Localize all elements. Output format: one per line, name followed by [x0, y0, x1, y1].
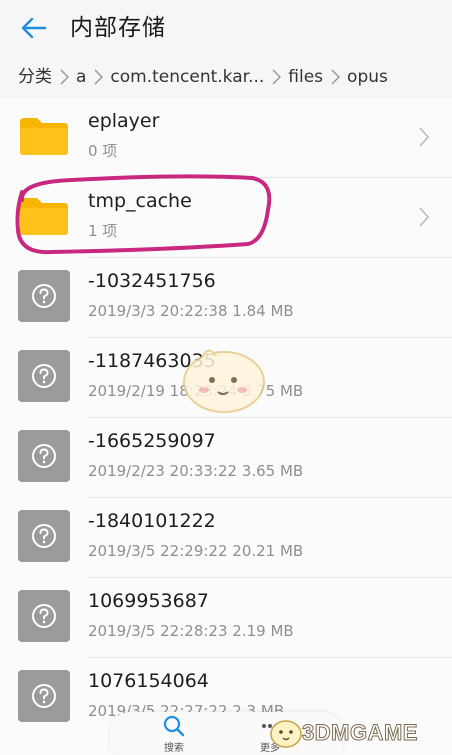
unknown-file-icon — [18, 430, 70, 482]
bottom-action-bar: 搜索 更多 — [110, 712, 342, 755]
breadcrumb-item-a[interactable]: a — [70, 56, 92, 98]
unknown-file-icon — [18, 270, 70, 322]
item-name: 1076154064 — [88, 670, 209, 692]
list-item-file[interactable]: 1069953687 2019/3/5 22:28:23 2.19 MB — [0, 578, 452, 658]
item-meta: 2019/3/5 22:28:23 2.19 MB — [88, 622, 294, 640]
more-label: 更多 — [260, 743, 280, 754]
more-icon — [262, 724, 278, 728]
list-item-file[interactable]: -1840101222 2019/3/5 22:29:22 20.21 MB — [0, 498, 452, 578]
item-meta: 1 项 — [88, 222, 118, 240]
chevron-right-icon — [58, 67, 70, 87]
more-button[interactable]: 更多 — [240, 714, 300, 755]
item-meta: 2019/2/19 18:23:24 3.75 MB — [88, 382, 304, 400]
search-icon — [163, 715, 185, 737]
item-meta: 2019/3/3 20:22:38 1.84 MB — [88, 302, 294, 320]
item-meta: 2019/2/23 20:33:22 3.65 MB — [88, 462, 304, 480]
item-meta: 2019/3/5 22:29:22 20.21 MB — [88, 542, 304, 560]
chevron-right-icon — [270, 67, 282, 87]
item-name: -1187463035 — [88, 350, 216, 372]
breadcrumb: 分类 a com.tencent.kar... files opus — [0, 56, 452, 98]
folder-icon — [20, 118, 68, 155]
back-button[interactable] — [16, 12, 52, 44]
app-header: 内部存储 — [0, 0, 452, 56]
unknown-file-icon — [18, 590, 70, 642]
list-item-file[interactable]: -1187463035 2019/2/19 18:23:24 3.75 MB — [0, 338, 452, 418]
page-title: 内部存储 — [70, 15, 166, 41]
unknown-file-icon — [18, 350, 70, 402]
list-item-file[interactable]: -1665259097 2019/2/23 20:33:22 3.65 MB — [0, 418, 452, 498]
list-item-file[interactable]: -1032451756 2019/3/3 20:22:38 1.84 MB — [0, 258, 452, 338]
breadcrumb-item-package[interactable]: com.tencent.kar... — [104, 56, 270, 98]
item-meta: 0 项 — [88, 142, 118, 160]
breadcrumb-item-category[interactable]: 分类 — [0, 56, 58, 98]
file-list: eplayer 0 项 tmp_cache 1 项 -1032451756 20… — [0, 98, 452, 738]
item-name: -1032451756 — [88, 270, 216, 292]
breadcrumb-item-files[interactable]: files — [282, 56, 329, 98]
item-name: -1665259097 — [88, 430, 216, 452]
unknown-file-icon — [18, 510, 70, 562]
unknown-file-icon — [18, 670, 70, 722]
item-name: -1840101222 — [88, 510, 216, 532]
list-item-folder[interactable]: eplayer 0 项 — [0, 98, 452, 178]
folder-icon — [20, 198, 68, 235]
item-name: eplayer — [88, 110, 160, 132]
chevron-right-icon — [92, 67, 104, 87]
item-name: tmp_cache — [88, 190, 192, 212]
chevron-right-icon — [329, 67, 341, 87]
breadcrumb-item-opus[interactable]: opus — [341, 56, 394, 98]
chevron-right-icon — [419, 207, 430, 227]
search-button[interactable]: 搜索 — [144, 714, 204, 755]
back-arrow-icon — [21, 17, 47, 39]
list-item-folder[interactable]: tmp_cache 1 项 — [0, 178, 452, 258]
item-name: 1069953687 — [88, 590, 209, 612]
chevron-right-icon — [419, 127, 430, 147]
search-label: 搜索 — [164, 743, 184, 754]
